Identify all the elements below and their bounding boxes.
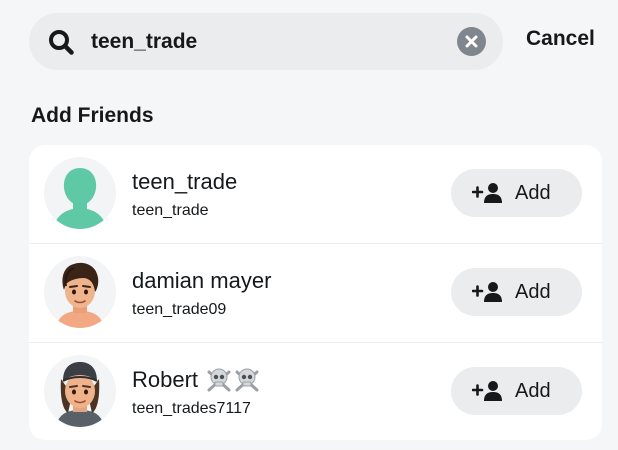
display-name-text: Robert [132,367,199,392]
add-friends-list: teen_trade teen_trade Add damian mayer t… [29,145,602,440]
username: teen_trade [132,202,209,219]
add-friend-icon [472,381,502,401]
bitmoji-avatar-icon [56,362,104,427]
cancel-button[interactable]: Cancel [526,26,595,52]
avatar[interactable] [44,256,116,328]
avatar[interactable] [44,157,116,229]
add-button-label: Add [515,380,551,402]
add-button-label: Add [515,281,551,303]
avatar[interactable] [44,355,116,427]
clear-search-button[interactable] [457,27,486,56]
list-item[interactable]: teen_trade teen_trade Add [29,145,602,243]
username: teen_trade09 [132,301,227,318]
add-friend-icon [472,183,502,203]
add-friend-button[interactable]: Add [451,367,582,415]
bitmoji-avatar-icon [56,262,104,328]
search-bar[interactable]: teen_trade [29,13,503,70]
section-title: Add Friends [31,104,154,127]
display-name: damian mayer [132,268,272,293]
display-name: Robert [132,366,260,394]
list-item[interactable]: damian mayer teen_trade09 Add [29,243,602,342]
close-circle-icon [465,35,478,48]
add-friend-icon [472,282,502,302]
username: teen_trades7117 [132,400,251,417]
search-input[interactable]: teen_trade [91,28,197,55]
add-friend-button[interactable]: Add [451,169,582,217]
list-item[interactable]: Robert teen_trades7117 Add [29,342,602,440]
search-icon [49,30,74,55]
default-silhouette-avatar-icon [53,168,107,229]
add-button-label: Add [515,182,551,204]
skull-crossbones-icon [207,368,231,392]
display-name: teen_trade [132,169,238,194]
skull-crossbones-icon [235,368,259,392]
add-friend-button[interactable]: Add [451,268,582,316]
